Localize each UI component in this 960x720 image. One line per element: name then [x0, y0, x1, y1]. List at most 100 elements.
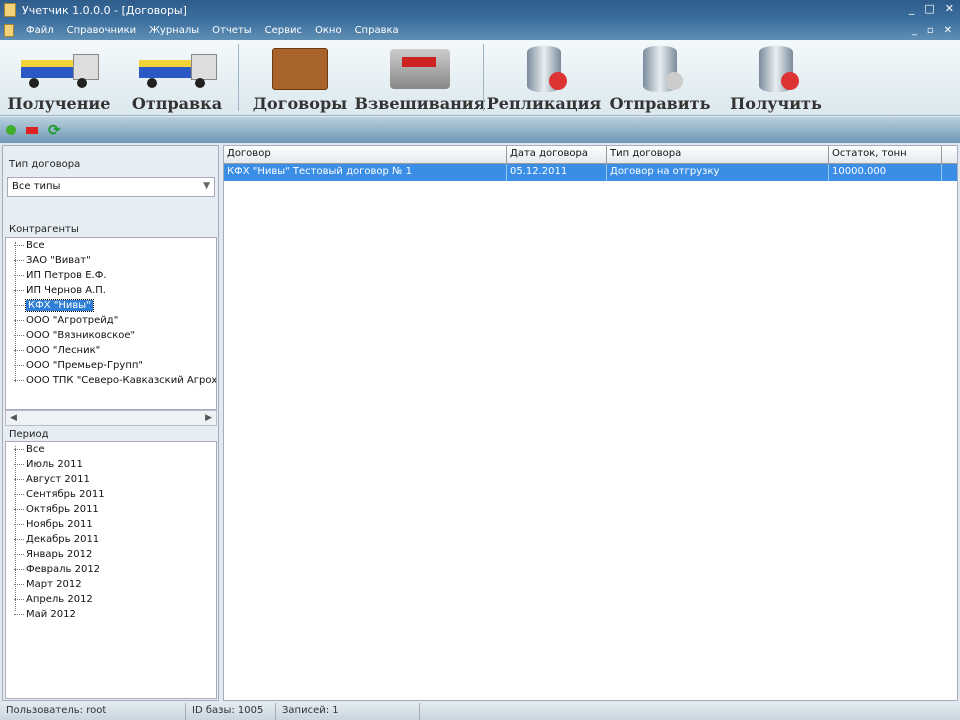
- add-icon[interactable]: [6, 125, 16, 135]
- contractor-item-label: ООО "Премьер-Групп": [26, 360, 143, 371]
- contractor-item[interactable]: ООО "Премьер-Групп": [6, 358, 216, 373]
- document-icon: [4, 23, 14, 37]
- contracts-table: Договор Дата договора Тип договора Остат…: [223, 145, 958, 701]
- upload-label: Отправить: [609, 94, 711, 113]
- menu-service[interactable]: Сервис: [265, 25, 302, 36]
- replication-button[interactable]: Репликация: [486, 40, 602, 115]
- status-user: Пользователь: root: [0, 703, 186, 720]
- app-icon: [4, 3, 16, 17]
- period-item[interactable]: Февраль 2012: [6, 562, 216, 577]
- contracts-label: Договоры: [252, 94, 348, 113]
- contractor-item[interactable]: ООО "Вязниковское": [6, 328, 216, 343]
- menu-directories[interactable]: Справочники: [67, 25, 137, 36]
- period-item[interactable]: Июль 2011: [6, 457, 216, 472]
- period-item-label: Февраль 2012: [26, 564, 101, 575]
- period-item-label: Август 2011: [26, 474, 90, 485]
- delete-icon[interactable]: [26, 126, 38, 134]
- minimize-button[interactable]: _: [909, 2, 915, 15]
- table-header: Договор Дата договора Тип договора Остат…: [224, 146, 957, 164]
- contractor-item[interactable]: ИП Петров Е.Ф.: [6, 268, 216, 283]
- receive-button[interactable]: Получение: [0, 40, 118, 115]
- menu-file[interactable]: Файл: [26, 25, 54, 36]
- period-item[interactable]: Апрель 2012: [6, 592, 216, 607]
- window-title: Учетчик 1.0.0.0 - [Договоры]: [22, 3, 187, 17]
- refresh-icon[interactable]: ⟳: [48, 121, 61, 139]
- close-button[interactable]: ✕: [945, 2, 954, 15]
- period-item[interactable]: Сентябрь 2011: [6, 487, 216, 502]
- contractor-item-label: Все: [26, 240, 45, 251]
- filter-panel: Тип договора Все типы ▼ Контрагенты Все З…: [2, 145, 219, 701]
- cell-type: Договор на отгрузку: [607, 164, 829, 181]
- contractor-item[interactable]: ИП Чернов А.П.: [6, 283, 216, 298]
- menu-bar: Файл Справочники Журналы Отчеты Сервис О…: [0, 20, 960, 40]
- contracts-button[interactable]: Договоры: [241, 40, 359, 115]
- table-row[interactable]: КФХ "Нивы" Тестовый договор № 1 05.12.20…: [224, 164, 957, 181]
- send-label: Отправка: [131, 94, 223, 113]
- status-records: Записей: 1: [276, 703, 420, 720]
- period-tree: Все Июль 2011 Август 2011 Сентябрь 2011 Октя…: [5, 441, 217, 699]
- menu-reports[interactable]: Отчеты: [212, 25, 251, 36]
- mdi-close-button[interactable]: ✕: [944, 25, 952, 36]
- contract-type-select[interactable]: Все типы ▼: [7, 177, 215, 197]
- period-label: Период: [9, 429, 49, 440]
- database-download-icon: [759, 46, 799, 92]
- period-item-label: Июль 2011: [26, 459, 83, 470]
- period-item[interactable]: Январь 2012: [6, 547, 216, 562]
- period-item[interactable]: Март 2012: [6, 577, 216, 592]
- menu-journals[interactable]: Журналы: [149, 25, 199, 36]
- period-item-label: Март 2012: [26, 579, 82, 590]
- contractor-item-label: ООО "Вязниковское": [26, 330, 136, 341]
- period-item-label: Ноябрь 2011: [26, 519, 93, 530]
- period-item-label: Все: [26, 444, 45, 455]
- contractor-item[interactable]: КФХ "Нивы": [6, 298, 216, 313]
- menu-help[interactable]: Справка: [355, 25, 399, 36]
- contractor-item-label: ООО ТПК "Северо-Кавказский Агрохим": [26, 375, 217, 386]
- contractors-hscrollbar[interactable]: ◀ ▶: [5, 410, 217, 426]
- receive-label: Получение: [7, 94, 111, 113]
- period-item-label: Сентябрь 2011: [26, 489, 105, 500]
- scale-icon: [390, 49, 450, 89]
- database-upload-icon: [643, 46, 683, 92]
- truck-send-icon: [135, 50, 219, 88]
- contractor-item[interactable]: ООО ТПК "Северо-Кавказский Агрохим": [6, 373, 216, 388]
- title-bar: Учетчик 1.0.0.0 - [Договоры] _ □ ✕: [0, 0, 960, 20]
- weighings-button[interactable]: Взвешивания: [355, 40, 486, 115]
- column-type[interactable]: Тип договора: [607, 146, 829, 163]
- contractor-item[interactable]: Все: [6, 238, 216, 253]
- mdi-minimize-button[interactable]: _: [912, 25, 917, 36]
- cell-contract: КФХ "Нивы" Тестовый договор № 1: [224, 164, 507, 181]
- send-button[interactable]: Отправка: [118, 40, 236, 115]
- period-item-label: Октябрь 2011: [26, 504, 99, 515]
- period-item-label: Январь 2012: [26, 549, 93, 560]
- column-balance[interactable]: Остаток, тонн: [829, 146, 942, 163]
- contractor-item[interactable]: ООО "Агротрейд": [6, 313, 216, 328]
- contractor-item-label: КФХ "Нивы": [25, 299, 94, 312]
- contractors-label: Контрагенты: [9, 224, 79, 235]
- period-item[interactable]: Декабрь 2011: [6, 532, 216, 547]
- scroll-left-icon[interactable]: ◀: [10, 413, 17, 423]
- download-label: Получить: [730, 94, 822, 113]
- menu-window[interactable]: Окно: [315, 25, 342, 36]
- upload-button[interactable]: Отправить: [602, 40, 718, 115]
- action-bar: ⟳: [0, 117, 960, 143]
- period-item-label: Декабрь 2011: [26, 534, 100, 545]
- contractor-item[interactable]: ООО "Лесник": [6, 343, 216, 358]
- database-sync-icon: [527, 46, 567, 92]
- column-date[interactable]: Дата договора: [507, 146, 607, 163]
- column-contract[interactable]: Договор: [224, 146, 507, 163]
- contractors-tree: Все ЗАО "Виват" ИП Петров Е.Ф. ИП Чернов А.…: [5, 237, 217, 410]
- scroll-right-icon[interactable]: ▶: [205, 413, 212, 423]
- period-item[interactable]: Октябрь 2011: [6, 502, 216, 517]
- status-bar: Пользователь: root ID базы: 1005 Записей…: [0, 703, 960, 720]
- period-item[interactable]: Ноябрь 2011: [6, 517, 216, 532]
- period-item[interactable]: Все: [6, 442, 216, 457]
- briefcase-icon: [272, 48, 328, 90]
- period-item[interactable]: Август 2011: [6, 472, 216, 487]
- contractor-item-label: ИП Чернов А.П.: [26, 285, 106, 296]
- contractor-item[interactable]: ЗАО "Виват": [6, 253, 216, 268]
- period-item[interactable]: Май 2012: [6, 607, 216, 622]
- maximize-button[interactable]: □: [924, 2, 934, 15]
- mdi-restore-button[interactable]: ▫: [927, 25, 934, 36]
- download-button[interactable]: Получить: [718, 40, 834, 115]
- contract-type-value: Все типы: [12, 181, 61, 192]
